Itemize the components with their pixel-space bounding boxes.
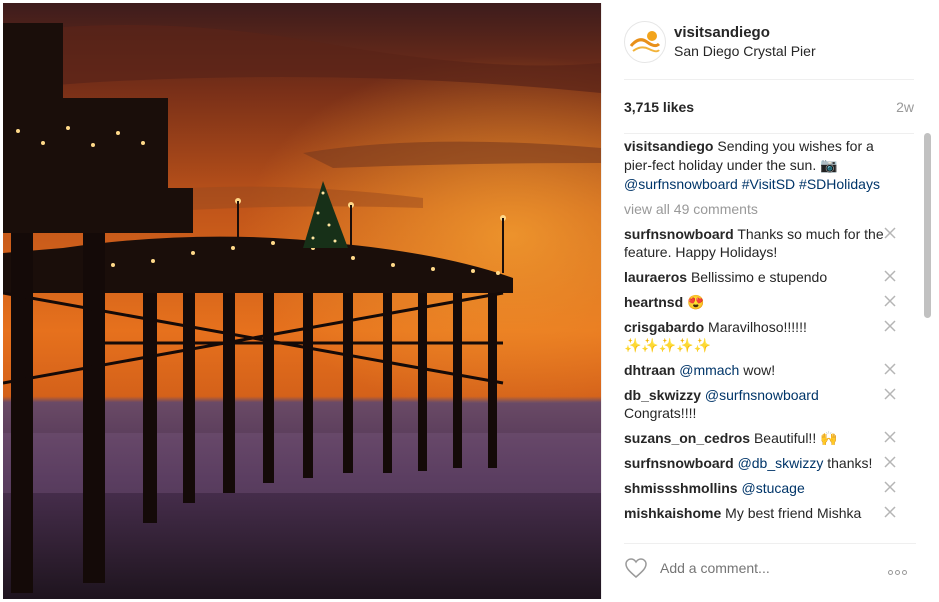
comment-item: db_skwizzy @surfnsnowboard Congrats!!!! — [624, 386, 896, 422]
comment-item: suzans_on_cedros Beautiful!! 🙌 — [624, 429, 896, 447]
caption-mention[interactable]: @surfnsnowboard — [624, 176, 738, 192]
comment-item: mishkaishome My best friend Mishka — [624, 504, 896, 522]
close-icon[interactable] — [884, 318, 898, 332]
post-age[interactable]: 2w — [896, 99, 914, 115]
post-frame: visitsandiego San Diego Crystal Pier 3,7… — [0, 0, 939, 602]
comment-username[interactable]: lauraeros — [624, 269, 687, 285]
close-icon[interactable] — [884, 429, 898, 443]
comment-username[interactable]: surfnsnowboard — [624, 455, 734, 471]
pier-sunset-image — [3, 3, 601, 599]
comment-item: surfnsnowboard Thanks so much for the fe… — [624, 225, 896, 261]
comment-text: Beautiful!! 🙌 — [753, 430, 838, 446]
close-icon[interactable] — [884, 504, 898, 518]
more-options-icon[interactable] — [888, 562, 916, 575]
comment-text: Bellissimo e stupendo — [690, 269, 828, 285]
comment-username[interactable]: db_skwizzy — [624, 387, 701, 403]
post-photo[interactable] — [3, 3, 601, 599]
comment-text: thanks! — [827, 455, 873, 471]
comment-text: My best friend Mishka — [725, 505, 862, 521]
comment-item: shmissshmollins @stucage — [624, 479, 896, 497]
comment-text: 😍 — [687, 294, 705, 310]
comments-scrollbar[interactable] — [924, 133, 931, 523]
likes-count[interactable]: 3,715 likes — [624, 99, 694, 115]
caption-username[interactable]: visitsandiego — [624, 138, 713, 154]
comment-username[interactable]: dhtraan — [624, 362, 675, 378]
comment-text: wow! — [743, 362, 776, 378]
comment-text: Congrats!!!! — [624, 405, 697, 421]
scrollbar-thumb[interactable] — [924, 133, 931, 318]
caption-hashtags[interactable]: #VisitSD #SDHolidays — [742, 176, 880, 192]
visitsandiego-logo-icon — [626, 23, 664, 61]
comment-item: dhtraan @mmach wow! — [624, 361, 896, 379]
comments-list[interactable]: visitsandiego Sending you wishes for a p… — [624, 137, 918, 534]
close-icon[interactable] — [884, 386, 898, 400]
close-icon[interactable] — [884, 479, 898, 493]
avatar[interactable] — [624, 21, 666, 63]
view-all-comments-link[interactable]: view all 49 comments — [624, 201, 918, 217]
post-caption: visitsandiego Sending you wishes for a p… — [624, 137, 902, 194]
comment-username[interactable]: crisgabardo — [624, 319, 704, 335]
comment-item: heartnsd 😍 — [624, 293, 896, 311]
comment-items: surfnsnowboard Thanks so much for the fe… — [624, 225, 918, 522]
post-stats: 3,715 likes 2w — [624, 99, 914, 134]
comment-username[interactable]: suzans_on_cedros — [624, 430, 750, 446]
heart-icon[interactable] — [624, 557, 648, 579]
comment-item: lauraeros Bellissimo e stupendo — [624, 268, 896, 286]
post-footer — [624, 543, 916, 588]
post-location[interactable]: San Diego Crystal Pier — [674, 43, 816, 59]
close-icon[interactable] — [884, 454, 898, 468]
post-username[interactable]: visitsandiego — [674, 24, 770, 41]
comment-item: surfnsnowboard @db_skwizzy thanks! — [624, 454, 896, 472]
comment-mention[interactable]: @surfnsnowboard — [705, 387, 819, 403]
post-header: visitsandiego San Diego Crystal Pier — [624, 21, 914, 80]
comment-username[interactable]: heartnsd — [624, 294, 683, 310]
close-icon[interactable] — [884, 225, 898, 239]
comment-item: crisgabardo Maravilhoso!!!!!! ✨✨✨✨✨ — [624, 318, 896, 354]
comment-username[interactable]: mishkaishome — [624, 505, 721, 521]
close-icon[interactable] — [884, 268, 898, 282]
comment-mention[interactable]: @mmach — [679, 362, 739, 378]
comment-mention[interactable]: @stucage — [741, 480, 804, 496]
add-comment-input[interactable] — [660, 560, 860, 576]
close-icon[interactable] — [884, 293, 898, 307]
post-details-panel: visitsandiego San Diego Crystal Pier 3,7… — [601, 3, 938, 599]
comment-username[interactable]: shmissshmollins — [624, 480, 738, 496]
comment-username[interactable]: surfnsnowboard — [624, 226, 734, 242]
comment-mention[interactable]: @db_skwizzy — [738, 455, 824, 471]
close-icon[interactable] — [884, 361, 898, 375]
